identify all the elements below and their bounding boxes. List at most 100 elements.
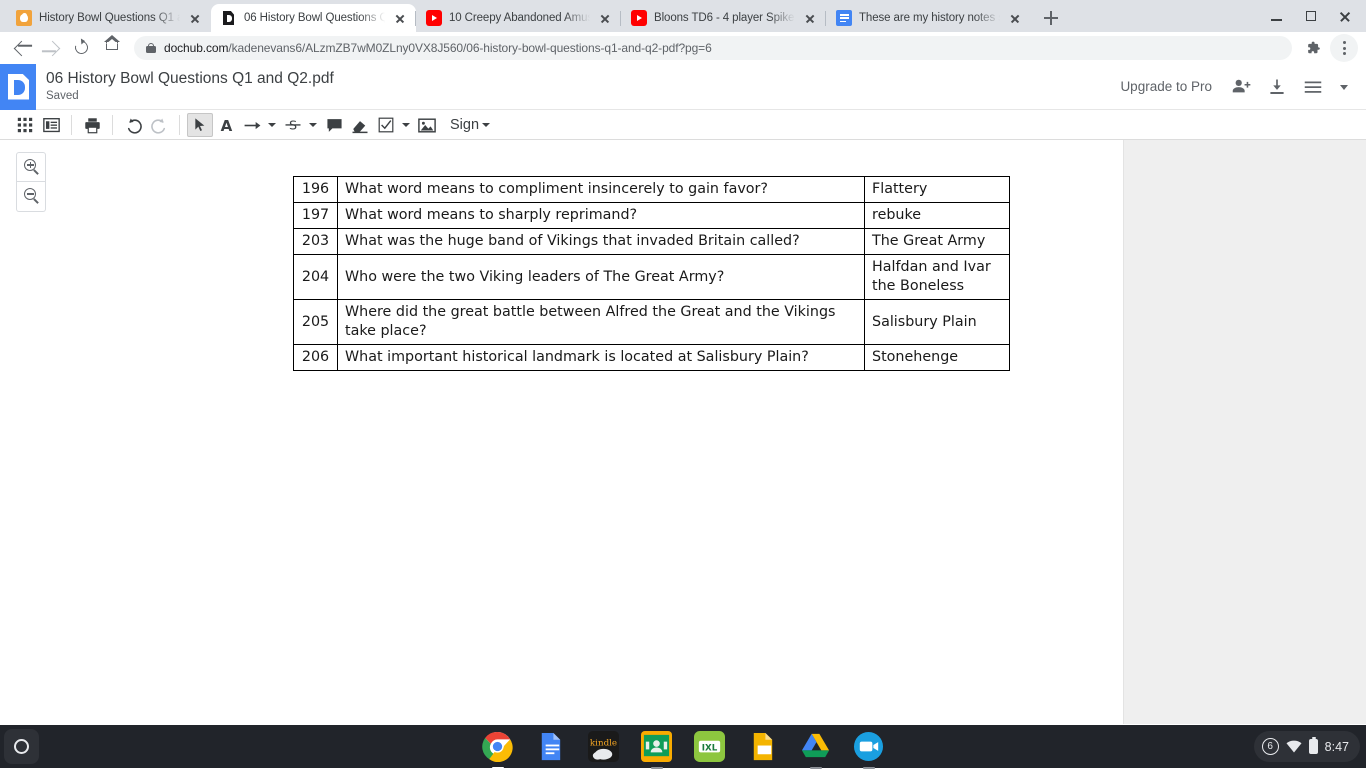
grid-view-icon <box>17 117 33 133</box>
navigation-bar: dochub.com/kadenevans6/ALzmZB7wM0ZLny0VX… <box>0 32 1366 64</box>
system-tray[interactable]: 6 8:47 <box>1254 731 1360 762</box>
download-button[interactable] <box>1262 72 1292 102</box>
hamburger-menu-icon <box>1302 76 1324 98</box>
sign-dropdown-caret-icon <box>479 113 494 137</box>
answer-text: rebuke <box>865 203 1010 229</box>
ixl-app-button[interactable]: IXL <box>694 731 725 762</box>
back-button[interactable] <box>8 34 36 62</box>
zoom-out-icon <box>24 188 36 200</box>
sign-button[interactable]: Sign <box>450 113 494 137</box>
tab-close-icon[interactable] <box>597 10 613 26</box>
browser-menu-button[interactable] <box>1330 34 1358 62</box>
tab-strip: History Bowl Questions Q1 and Q 06 Histo… <box>0 0 1366 32</box>
dochub-logo <box>0 64 36 110</box>
zoom-in-button[interactable] <box>16 152 46 182</box>
tab-close-icon[interactable] <box>802 10 818 26</box>
reload-button[interactable] <box>68 34 96 62</box>
browser-tab-1[interactable]: History Bowl Questions Q1 and Q <box>6 4 211 32</box>
zoom-in-icon <box>24 159 36 171</box>
app-header: 06 History Bowl Questions Q1 and Q2.pdf … <box>0 64 1366 110</box>
new-tab-button[interactable] <box>1037 4 1065 32</box>
strikethrough-button[interactable]: S <box>280 113 306 137</box>
tab-close-icon[interactable] <box>187 10 203 26</box>
pdf-page[interactable]: 196 What word means to compliment insinc… <box>241 140 1123 724</box>
question-number: 205 <box>294 300 338 345</box>
minimize-button[interactable] <box>1260 0 1294 32</box>
table-row[interactable]: 204 Who were the two Viking leaders of T… <box>294 255 1010 300</box>
google-drive-app-button[interactable] <box>800 731 831 762</box>
workspace: 196 What word means to compliment insinc… <box>0 140 1366 724</box>
close-window-button[interactable] <box>1328 0 1362 32</box>
sign-label: Sign <box>450 117 479 133</box>
upgrade-to-pro-link[interactable]: Upgrade to Pro <box>1120 79 1212 94</box>
extensions-button[interactable] <box>1300 34 1328 62</box>
question-text: What was the huge band of Vikings that i… <box>338 229 865 255</box>
hamburger-menu-button[interactable] <box>1298 72 1328 102</box>
dochub-app: 06 History Bowl Questions Q1 and Q2.pdf … <box>0 64 1366 725</box>
editor-toolbar: A S <box>0 110 1366 140</box>
browser-tab-4[interactable]: Bloons TD6 - 4 player Spike Fact <box>621 4 826 32</box>
video-call-app-button[interactable] <box>853 731 884 762</box>
comment-icon <box>326 117 343 134</box>
table-row[interactable]: 206 What important historical landmark i… <box>294 345 1010 371</box>
grid-view-button[interactable] <box>12 113 38 137</box>
questions-table-body: 196 What word means to compliment insinc… <box>294 177 1010 371</box>
zoom-out-button[interactable] <box>16 182 46 212</box>
undo-button[interactable] <box>120 113 146 137</box>
tab-close-icon[interactable] <box>1007 10 1023 26</box>
svg-text:IXL: IXL <box>702 743 718 753</box>
browser-tab-3[interactable]: 10 Creepy Abandoned Amuseme <box>416 4 621 32</box>
checkbox-button[interactable] <box>373 113 399 137</box>
google-slides-app-button[interactable] <box>747 731 778 762</box>
cursor-select-button[interactable] <box>187 113 213 137</box>
checkbox-dropdown[interactable] <box>399 113 414 137</box>
home-button[interactable] <box>98 34 126 62</box>
add-person-icon <box>1230 76 1252 98</box>
address-bar[interactable]: dochub.com/kadenevans6/ALzmZB7wM0ZLny0VX… <box>134 36 1292 60</box>
toolbar-separator <box>71 115 72 135</box>
tab-close-icon[interactable] <box>392 10 408 26</box>
question-text: What word means to compliment insincerel… <box>338 177 865 203</box>
svg-text:kindle: kindle <box>590 739 617 749</box>
google-docs-app-button[interactable] <box>535 731 566 762</box>
question-number: 196 <box>294 177 338 203</box>
questions-table: 196 What word means to compliment insinc… <box>293 176 1010 371</box>
kindle-app-button[interactable]: kindle <box>588 731 619 762</box>
maximize-button[interactable] <box>1294 0 1328 32</box>
arrow-draw-dropdown[interactable] <box>265 113 280 137</box>
page-scroll-area[interactable]: 196 What word means to compliment insinc… <box>241 140 1366 724</box>
list-view-button[interactable] <box>38 113 64 137</box>
google-classroom-app-button[interactable] <box>641 731 672 762</box>
browser-tab-5[interactable]: These are my history notes so fa <box>826 4 1031 32</box>
table-row[interactable]: 203 What was the huge band of Vikings th… <box>294 229 1010 255</box>
table-row[interactable]: 205 Where did the great battle between A… <box>294 300 1010 345</box>
chrome-app-button[interactable] <box>482 731 513 762</box>
table-row[interactable]: 196 What word means to compliment insinc… <box>294 177 1010 203</box>
download-icon <box>1267 77 1287 97</box>
tab-title: 10 Creepy Abandoned Amuseme <box>449 12 590 24</box>
table-row[interactable]: 197 What word means to sharply reprimand… <box>294 203 1010 229</box>
document-info: 06 History Bowl Questions Q1 and Q2.pdf … <box>36 70 1120 104</box>
question-text: What important historical landmark is lo… <box>338 345 865 371</box>
arrow-draw-button[interactable] <box>239 113 265 137</box>
comment-button[interactable] <box>321 113 347 137</box>
question-number: 197 <box>294 203 338 229</box>
print-button[interactable] <box>79 113 105 137</box>
text-tool-button[interactable]: A <box>213 113 239 137</box>
toolbar-separator <box>179 115 180 135</box>
chromeos-shelf: kindle IXL <box>0 725 1366 768</box>
shelf-app-list: kindle IXL <box>0 725 1366 768</box>
add-person-button[interactable] <box>1226 72 1256 102</box>
image-button[interactable] <box>414 113 440 137</box>
forward-button[interactable] <box>38 34 66 62</box>
toolbar-separator <box>112 115 113 135</box>
eraser-button[interactable] <box>347 113 373 137</box>
header-dropdown-button[interactable] <box>1334 72 1354 102</box>
checkbox-icon <box>378 117 394 133</box>
question-number: 206 <box>294 345 338 371</box>
strikethrough-dropdown[interactable] <box>306 113 321 137</box>
svg-text:S: S <box>289 118 297 133</box>
redo-button[interactable] <box>146 113 172 137</box>
tab-title: History Bowl Questions Q1 and Q <box>39 12 180 24</box>
browser-tab-2[interactable]: 06 History Bowl Questions Q1 an <box>211 4 416 32</box>
